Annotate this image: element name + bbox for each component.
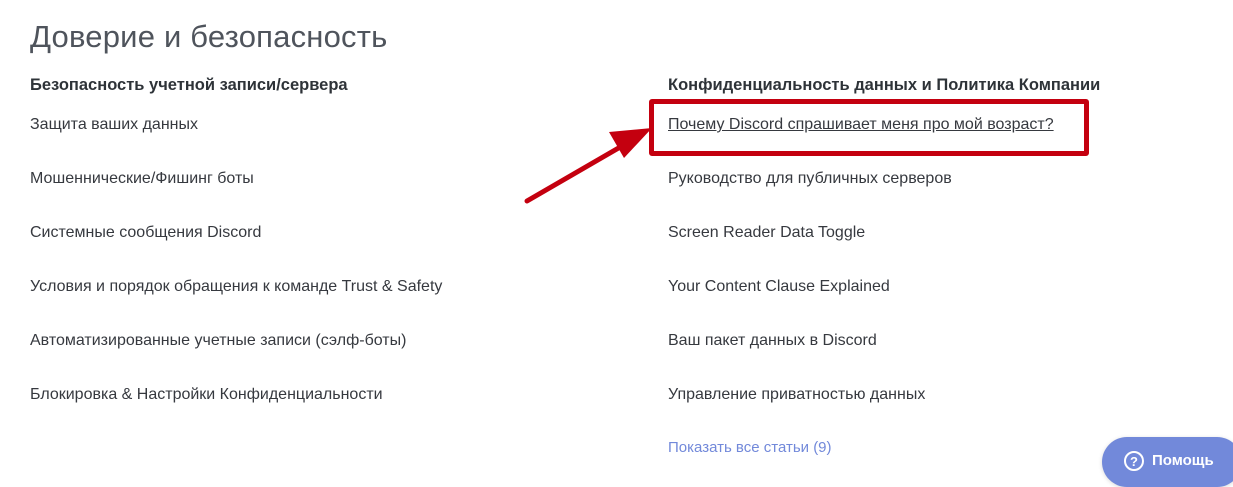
show-all-articles-link[interactable]: Показать все статьи (9) bbox=[668, 439, 832, 456]
article-link[interactable]: Системные сообщения Discord bbox=[30, 224, 261, 242]
article-link[interactable]: Руководство для публичных серверов bbox=[668, 170, 952, 188]
article-link[interactable]: Screen Reader Data Toggle bbox=[668, 224, 865, 242]
section-heading-data-privacy: Конфиденциальность данных и Политика Ком… bbox=[668, 76, 1101, 94]
article-link[interactable]: Мошеннические/Фишинг боты bbox=[30, 170, 254, 188]
question-circle-icon: ? bbox=[1124, 451, 1144, 471]
help-button-label: Помощь bbox=[1152, 452, 1214, 469]
article-link[interactable]: Защита ваших данных bbox=[30, 116, 198, 134]
article-link[interactable]: Your Content Clause Explained bbox=[668, 278, 890, 296]
article-link-age-question[interactable]: Почему Discord спрашивает меня про мой в… bbox=[668, 116, 1054, 134]
section-heading-account-security: Безопасность учетной записи/сервера bbox=[30, 76, 348, 94]
help-button[interactable]: ? Помощь bbox=[1102, 437, 1233, 487]
article-link[interactable]: Ваш пакет данных в Discord bbox=[668, 332, 877, 350]
article-link[interactable]: Автоматизированные учетные записи (сэлф-… bbox=[30, 332, 406, 350]
page-title: Доверие и безопасность bbox=[30, 19, 388, 54]
article-link[interactable]: Условия и порядок обращения к команде Tr… bbox=[30, 278, 442, 296]
article-link[interactable]: Блокировка & Настройки Конфиденциальност… bbox=[30, 386, 383, 404]
article-link[interactable]: Управление приватностью данных bbox=[668, 386, 925, 404]
